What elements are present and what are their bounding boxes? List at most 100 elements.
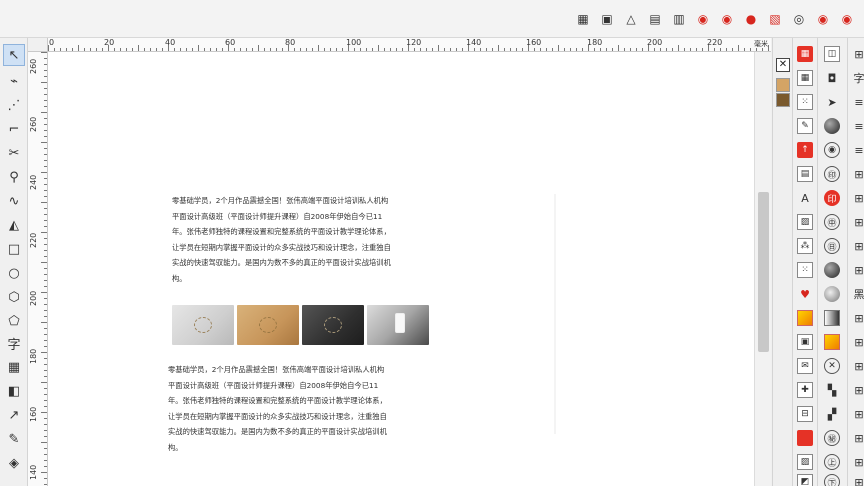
docker-glyph[interactable]: ⊞ xyxy=(851,214,864,230)
seal-icon[interactable]: ㊞ xyxy=(824,166,840,182)
page-icon[interactable]: ▤ xyxy=(797,166,813,182)
docker-glyph[interactable]: ≡ xyxy=(851,94,864,110)
connector-tool-icon[interactable]: ↗ xyxy=(3,404,25,426)
map-pin-icon[interactable]: ● xyxy=(742,10,760,28)
photo-thumbnail[interactable] xyxy=(237,305,299,345)
docker-glyph[interactable]: ⊞ xyxy=(851,166,864,182)
docker-glyph[interactable]: 黑 xyxy=(851,286,864,302)
seal-stamp-icon[interactable]: ◉ xyxy=(838,10,856,28)
seal-icon[interactable]: 印 xyxy=(824,190,840,206)
seal-icon[interactable]: ㊤ xyxy=(824,454,840,470)
basic-shapes-tool-icon[interactable]: ⬠ xyxy=(3,310,25,332)
parallel-dimension-tool-icon[interactable]: ◧ xyxy=(3,380,25,402)
layers-icon[interactable]: ▦ xyxy=(797,46,813,62)
seal-icon[interactable]: ㊥ xyxy=(824,214,840,230)
docker-glyph[interactable]: ⊞ xyxy=(851,334,864,350)
text-block-2[interactable]: 零基础学员，2个月作品震撼全国！张伟高端平面设计培训私人机构 平面设计高级班（平… xyxy=(168,362,438,456)
zoom-tool-icon[interactable]: ⚲ xyxy=(3,166,25,188)
vertical-ruler[interactable]: 260 260 240 220 200 180 160 140 xyxy=(28,52,48,486)
heart-icon[interactable]: ♥ xyxy=(797,286,813,302)
hatch-icon[interactable]: ▨ xyxy=(797,454,813,470)
sphere-icon[interactable] xyxy=(824,286,840,302)
grid-icon[interactable]: ▦ xyxy=(797,70,813,86)
ruler-corner[interactable] xyxy=(28,38,48,52)
window-icon[interactable]: ▣ xyxy=(797,334,813,350)
smear-tool-icon[interactable]: ⋰ xyxy=(3,94,25,116)
dice-icon[interactable]: ⁙ xyxy=(797,262,813,278)
eyedropper-tool-icon[interactable]: ✎ xyxy=(3,428,25,450)
docker-glyph[interactable]: ⊞ xyxy=(851,454,864,470)
seal-icon[interactable]: ㊐ xyxy=(824,238,840,254)
seal-stamp-icon[interactable]: ◉ xyxy=(694,10,712,28)
shape-tool-icon[interactable]: ⌁ xyxy=(3,70,25,92)
sphere-icon[interactable] xyxy=(824,262,840,278)
ruler-icon[interactable]: ⊟ xyxy=(797,406,813,422)
arrow-icon[interactable]: ➤ xyxy=(824,94,840,110)
page-list-icon[interactable]: ▤ xyxy=(646,10,664,28)
hatch-icon[interactable]: ▨ xyxy=(797,214,813,230)
table-icon[interactable]: ▥ xyxy=(670,10,688,28)
docker-glyph[interactable]: ⊞ xyxy=(851,358,864,374)
docker-glyph[interactable]: ⊞ xyxy=(851,474,864,486)
gradient-icon[interactable] xyxy=(797,310,813,326)
no-color-swatch[interactable]: ✕ xyxy=(776,58,790,72)
photo-thumbnail[interactable] xyxy=(172,305,234,345)
docker-glyph[interactable]: ⊞ xyxy=(851,190,864,206)
docker-glyph[interactable]: ≡ xyxy=(851,142,864,158)
camera-icon[interactable]: ◘ xyxy=(824,70,840,86)
text-tool-icon[interactable]: 字 xyxy=(3,332,25,354)
color-swatch[interactable] xyxy=(776,93,790,107)
docker-glyph[interactable]: ⊞ xyxy=(851,310,864,326)
keypad-icon[interactable]: ⁂ xyxy=(797,238,813,254)
docker-glyph[interactable]: ⊞ xyxy=(851,382,864,398)
docker-glyph[interactable]: ⊞ xyxy=(851,262,864,278)
text-block-1[interactable]: 零基础学员，2个月作品震撼全国！张伟高端平面设计培训私人机构 平面设计高级班（平… xyxy=(172,193,442,287)
docker-glyph[interactable]: ⊞ xyxy=(851,406,864,422)
dice-icon[interactable]: ⁙ xyxy=(797,94,813,110)
ball-icon[interactable]: ◉ xyxy=(824,142,840,158)
red-square-icon[interactable] xyxy=(797,430,813,446)
docker-glyph[interactable]: ≡ xyxy=(851,118,864,134)
hatch-icon[interactable]: ▧ xyxy=(766,10,784,28)
pattern-icon[interactable]: ▞ xyxy=(824,406,840,422)
ellipse-tool-icon[interactable]: ○ xyxy=(3,262,25,284)
ball-icon[interactable] xyxy=(824,118,840,134)
pick-tool-icon[interactable]: ↖ xyxy=(3,44,25,66)
circle-x-icon[interactable]: ✕ xyxy=(824,358,840,374)
seal-circle-icon[interactable]: ◉ xyxy=(814,10,832,28)
seal-icon[interactable]: ㊙ xyxy=(824,430,840,446)
scrollbar-thumb[interactable] xyxy=(758,192,769,352)
text-a-icon[interactable]: A xyxy=(797,190,813,206)
gradient-icon[interactable] xyxy=(824,310,840,326)
horizontal-ruler[interactable]: 0 20 40 60 80 100 120 140 160 180 200 22… xyxy=(48,38,771,52)
plus-icon[interactable]: ✚ xyxy=(797,382,813,398)
color-swatch[interactable] xyxy=(776,78,790,92)
photo-thumbnail[interactable] xyxy=(367,305,429,345)
folder-icon[interactable]: ▣ xyxy=(598,10,616,28)
transform-tool-icon[interactable]: ✂ xyxy=(3,142,25,164)
seal-stamp-icon[interactable]: ◉ xyxy=(718,10,736,28)
clipboard-icon[interactable]: ✎ xyxy=(797,118,813,134)
vertical-scrollbar[interactable] xyxy=(754,52,771,486)
interactive-fill-tool-icon[interactable]: ◈ xyxy=(3,452,25,474)
arrow-up-icon[interactable]: ↑ xyxy=(797,142,813,158)
seal-icon[interactable]: ㊦ xyxy=(824,474,840,486)
crop-tool-icon[interactable]: ⌐ xyxy=(3,118,25,140)
photo-thumbnail[interactable] xyxy=(302,305,364,345)
polygon-tool-icon[interactable]: ⬡ xyxy=(3,286,25,308)
color-grid-icon[interactable]: ▦ xyxy=(574,10,592,28)
table-tool-icon[interactable]: ▦ xyxy=(3,356,25,378)
docker-glyph[interactable]: ⊞ xyxy=(851,238,864,254)
wavy-circle-icon[interactable]: ◎ xyxy=(790,10,808,28)
docker-glyph[interactable]: 字 xyxy=(851,70,864,86)
pattern-icon[interactable]: ▚ xyxy=(824,382,840,398)
docker-glyph[interactable]: ⊞ xyxy=(851,430,864,446)
docker-glyph[interactable]: ⊞ xyxy=(851,46,864,62)
freehand-tool-icon[interactable]: ∿ xyxy=(3,190,25,212)
select-icon[interactable]: ◫ xyxy=(824,46,840,62)
smart-fill-tool-icon[interactable]: ◭ xyxy=(3,214,25,236)
rectangle-tool-icon[interactable]: □ xyxy=(3,238,25,260)
gradient-icon[interactable] xyxy=(824,334,840,350)
map-icon[interactable]: ◩ xyxy=(797,474,813,486)
letter-icon[interactable]: ✉ xyxy=(797,358,813,374)
